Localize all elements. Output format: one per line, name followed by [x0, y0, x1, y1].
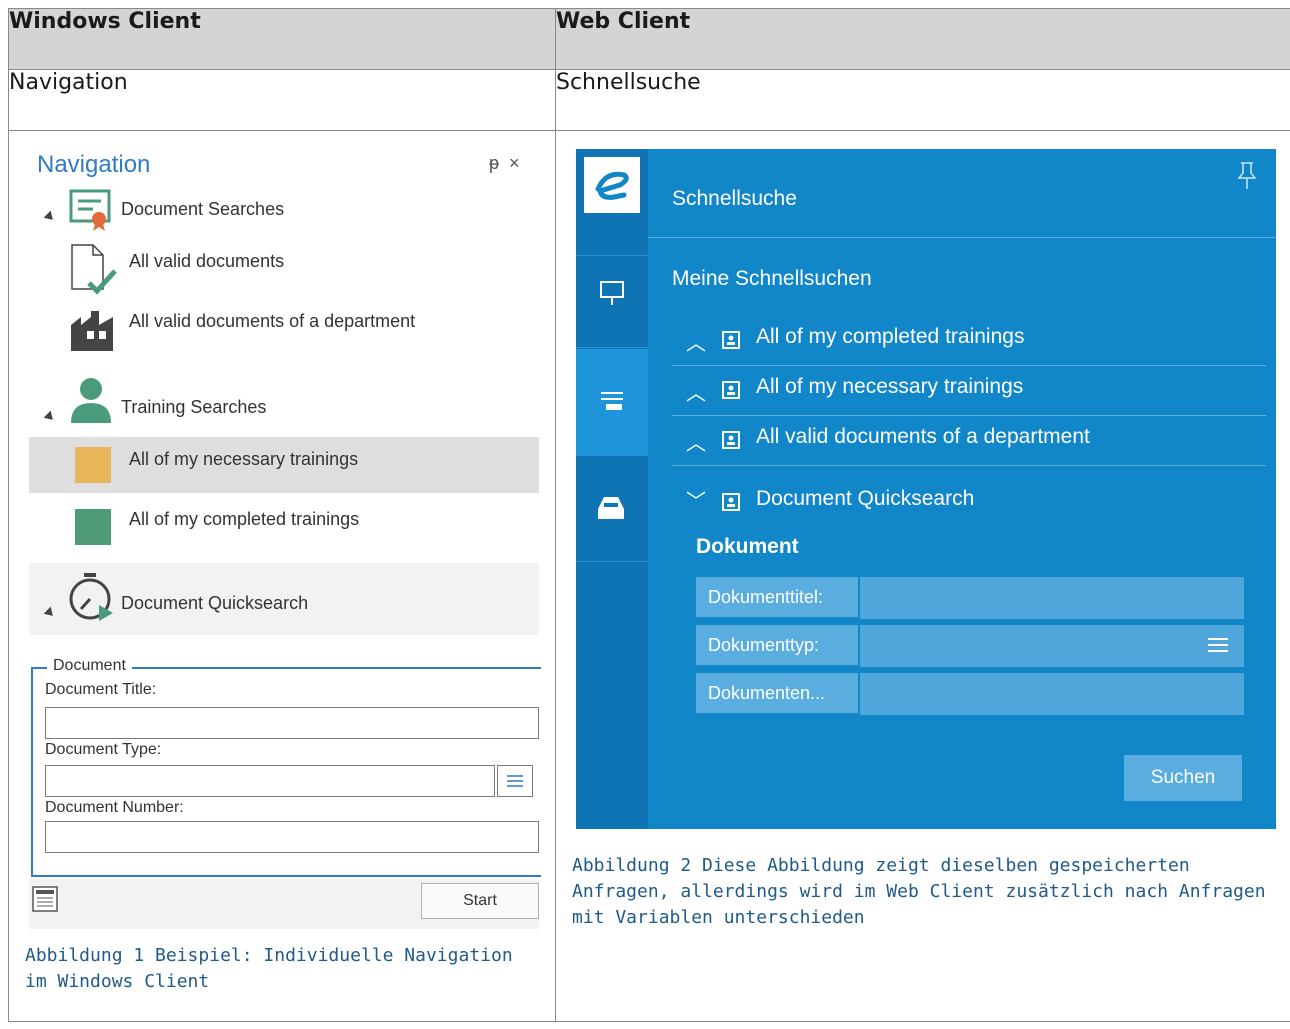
- document-check-icon: [71, 244, 117, 295]
- list-picker-button[interactable]: [497, 765, 533, 797]
- person-icon: [71, 378, 111, 423]
- document-type-label: Document Type:: [45, 741, 162, 758]
- chevron-up-icon: ︿: [686, 333, 706, 355]
- dokumenttitel-input[interactable]: [860, 577, 1244, 619]
- sidebar-tab-presentation[interactable]: [576, 241, 648, 348]
- list-icon: [507, 775, 523, 787]
- web-quicksearch-panel: Schnellsuche Meine Schnellsuchen ︿ All o…: [576, 149, 1276, 829]
- sidebar-tab-quicksearch[interactable]: [576, 349, 648, 456]
- item-all-valid-documents[interactable]: All valid documents: [129, 251, 284, 272]
- caption-figure-1: Abbildung 1 Beispiel: Individuelle Navig…: [25, 945, 513, 992]
- group-document-searches[interactable]: Document Searches: [121, 199, 284, 220]
- item-necessary-trainings[interactable]: All of my necessary trainings: [129, 449, 358, 470]
- close-icon[interactable]: ×: [509, 153, 520, 173]
- web-client-cell: Schnellsuche Meine Schnellsuchen ︿ All o…: [555, 130, 1290, 1022]
- inbox-icon: [598, 497, 624, 519]
- collapse-arrow-icon[interactable]: [43, 410, 57, 424]
- document-title-label: Document Title:: [45, 681, 157, 698]
- stopwatch-play-icon: [69, 573, 113, 621]
- item-completed-trainings[interactable]: All of my completed trainings: [129, 509, 359, 530]
- item-label: All of my completed trainings: [756, 325, 1025, 348]
- document-type-input[interactable]: [45, 765, 495, 797]
- item-divider: [672, 415, 1266, 416]
- logo-e-icon: [595, 171, 629, 200]
- quicksearch-item[interactable]: ︿ All of my necessary trainings: [672, 367, 1266, 413]
- dokumentennummer-input[interactable]: [860, 673, 1244, 715]
- web-panel-title: Schnellsuche: [672, 187, 797, 210]
- item-divider: [672, 365, 1266, 366]
- group-document-quicksearch[interactable]: Document Quicksearch: [121, 593, 308, 614]
- contact-card-icon: [722, 493, 740, 511]
- item-label: Document Quicksearch: [756, 487, 975, 510]
- panel-controls: ᵽ ×: [489, 153, 520, 174]
- caption-figure-2: Abbildung 2 Diese Abbildung zeigt diesel…: [572, 855, 1266, 928]
- dokumentennummer-label: Dokumenten...: [696, 673, 858, 713]
- subheader-schnellsuche: Schnellsuche: [555, 69, 1290, 131]
- contact-card-icon: [722, 431, 740, 449]
- collapse-arrow-icon[interactable]: [43, 210, 57, 224]
- sidebar-logo-tab: [576, 149, 648, 256]
- form-view-icon[interactable]: [31, 885, 59, 913]
- navigation-panel-title: Navigation: [37, 151, 151, 178]
- chevron-up-icon: ︿: [686, 383, 706, 405]
- presentation-icon: [600, 281, 624, 305]
- contact-card-icon: [722, 381, 740, 399]
- sidebar-tab-inbox[interactable]: [576, 455, 648, 562]
- training-color-swatch: [75, 509, 111, 545]
- chevron-down-icon: ﹀: [686, 491, 706, 513]
- contact-card-icon: [722, 331, 740, 349]
- comparison-table: Windows Client Web Client Navigation Sch…: [8, 8, 1290, 1022]
- chevron-up-icon: ︿: [686, 433, 706, 455]
- header-web-client: Web Client: [555, 8, 1290, 70]
- item-valid-documents-department[interactable]: All valid documents of a department: [129, 311, 415, 332]
- document-number-input[interactable]: [45, 821, 539, 853]
- header-windows-client: Windows Client: [8, 8, 556, 70]
- quicksearch-item-expanded[interactable]: ﹀ Document Quicksearch: [672, 479, 1266, 525]
- dokumenttyp-input[interactable]: [860, 625, 1244, 667]
- my-quicksearches-heading: Meine Schnellsuchen: [672, 267, 872, 290]
- factory-icon: [71, 311, 113, 351]
- quicksearch-item[interactable]: ︿ All valid documents of a department: [672, 417, 1266, 463]
- group-training-searches[interactable]: Training Searches: [121, 397, 266, 418]
- start-button[interactable]: Start: [421, 883, 539, 919]
- header-divider: [648, 237, 1276, 238]
- item-divider: [672, 465, 1266, 466]
- dokumenttyp-label: Dokumenttyp:: [696, 625, 858, 665]
- certificate-icon: [69, 189, 111, 231]
- web-sidebar: [576, 149, 648, 829]
- windows-client-cell: Navigation ᵽ × Document Searches All val…: [8, 130, 556, 1022]
- quicksearch-item[interactable]: ︿ All of my completed trainings: [672, 317, 1266, 363]
- menu-icon[interactable]: [1206, 635, 1230, 655]
- subheader-navigation: Navigation: [8, 69, 556, 131]
- pin-icon[interactable]: [1236, 161, 1258, 191]
- document-number-label: Document Number:: [45, 799, 184, 816]
- dokument-group-title: Dokument: [696, 535, 799, 558]
- fieldset-legend: Document: [47, 657, 132, 675]
- search-list-icon: [601, 392, 623, 410]
- dokumenttitel-label: Dokumenttitel:: [696, 577, 858, 617]
- brand-logo: [584, 157, 640, 213]
- pin-icon[interactable]: ᵽ: [489, 153, 499, 173]
- item-label: All valid documents of a department: [756, 425, 1090, 448]
- document-fieldset: Document Document Title: Document Type: …: [31, 657, 541, 877]
- item-label: All of my necessary trainings: [756, 375, 1024, 398]
- suchen-button[interactable]: Suchen: [1124, 755, 1242, 801]
- training-color-swatch: [75, 447, 111, 483]
- document-title-input[interactable]: [45, 707, 539, 739]
